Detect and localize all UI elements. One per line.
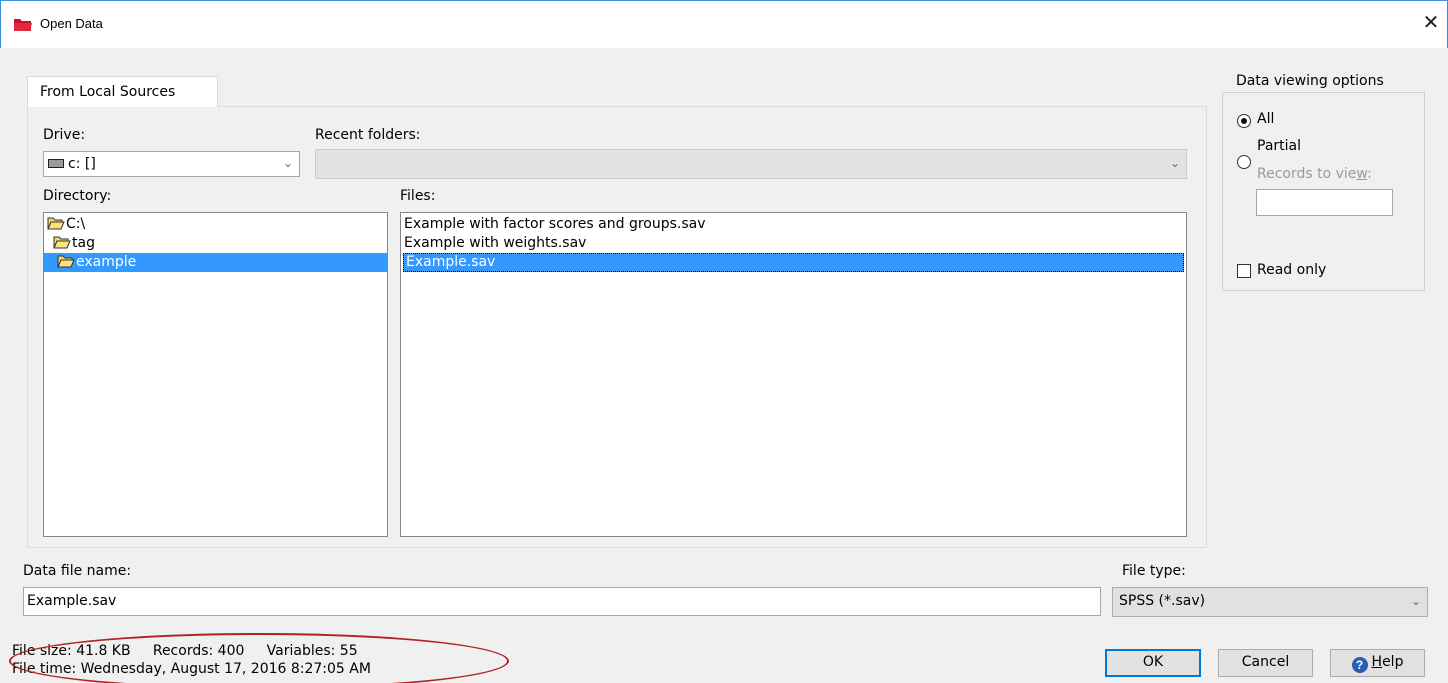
directory-item[interactable]: tag xyxy=(44,234,387,253)
close-icon: ✕ xyxy=(1422,12,1440,34)
records-to-view-input[interactable] xyxy=(1256,189,1393,216)
radio-dot xyxy=(1241,118,1247,124)
file-item-selected[interactable]: Example.sav xyxy=(403,253,1184,272)
all-radio-label[interactable]: All xyxy=(1257,111,1274,127)
chevron-down-icon: ⌄ xyxy=(282,156,293,170)
tab-panel-border xyxy=(218,106,1207,107)
records-to-view-label: Records to view: xyxy=(1257,166,1372,182)
file-type-label: File type: xyxy=(1122,563,1186,579)
drive-icon xyxy=(48,159,64,168)
tab-from-local-sources[interactable]: From Local Sources xyxy=(27,76,218,107)
directory-item[interactable]: C:\ xyxy=(44,215,387,234)
help-button[interactable]: ? Help xyxy=(1330,649,1425,677)
recent-folders-combo[interactable]: ⌄ xyxy=(315,149,1187,179)
files-label: Files: xyxy=(400,188,436,204)
data-viewing-options-legend: Data viewing options xyxy=(1232,73,1388,89)
chevron-down-icon: ⌄ xyxy=(1410,594,1421,608)
open-folder-icon xyxy=(57,255,75,268)
file-type-combo[interactable]: SPSS (*.sav) ⌄ xyxy=(1112,587,1428,617)
file-item[interactable]: Example with factor scores and groups.sa… xyxy=(401,215,1186,234)
directory-list[interactable]: C:\ tag example xyxy=(43,212,388,537)
chevron-down-icon: ⌄ xyxy=(1169,156,1180,170)
window-title: Open Data xyxy=(40,16,103,31)
files-list[interactable]: Example with factor scores and groups.sa… xyxy=(400,212,1187,537)
data-file-name-label: Data file name: xyxy=(23,563,132,579)
data-file-name-input[interactable]: Example.sav xyxy=(23,587,1101,616)
highlight-ellipse xyxy=(9,633,509,683)
read-only-checkbox[interactable] xyxy=(1237,264,1251,278)
help-icon: ? xyxy=(1351,657,1368,673)
open-folder-icon xyxy=(53,236,71,249)
all-radio[interactable] xyxy=(1237,114,1251,128)
red-folder-icon xyxy=(14,19,32,31)
open-folder-icon xyxy=(47,217,65,230)
read-only-label[interactable]: Read only xyxy=(1257,262,1326,278)
cancel-button[interactable]: Cancel xyxy=(1218,649,1313,677)
partial-radio-label[interactable]: Partial xyxy=(1257,138,1301,154)
partial-radio[interactable] xyxy=(1237,155,1251,169)
drive-combo[interactable]: c: [] ⌄ xyxy=(43,151,300,177)
file-item[interactable]: Example with weights.sav xyxy=(401,234,1186,253)
close-button[interactable]: ✕ xyxy=(1418,10,1444,36)
file-type-value: SPSS (*.sav) xyxy=(1119,593,1206,609)
directory-label: Directory: xyxy=(43,188,112,204)
title-bar xyxy=(0,0,1448,48)
drive-label: Drive: xyxy=(43,127,86,143)
drive-value: c: [] xyxy=(68,156,96,172)
directory-item-selected[interactable]: example xyxy=(44,253,387,272)
ok-button[interactable]: OK xyxy=(1105,649,1201,677)
recent-folders-label: Recent folders: xyxy=(315,127,421,143)
